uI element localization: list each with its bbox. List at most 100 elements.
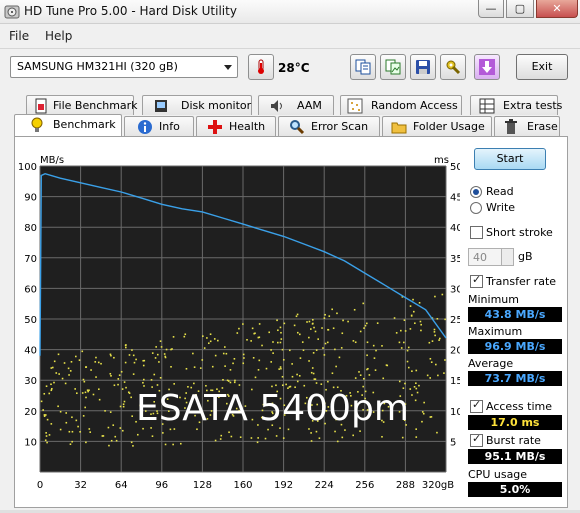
access-time-point xyxy=(342,319,344,322)
y-right-unit-label: ms xyxy=(434,155,449,166)
access-time-point xyxy=(421,411,424,413)
short-stroke-label: Short stroke xyxy=(486,226,553,239)
access-time-point xyxy=(340,347,343,349)
tab-folder-usage[interactable]: Folder Usage xyxy=(382,116,492,136)
access-time-point xyxy=(352,434,354,437)
tab-error-scan[interactable]: Error Scan xyxy=(278,116,380,136)
access-time-point xyxy=(438,339,440,341)
copy-text-button[interactable] xyxy=(350,54,376,80)
access-time-point xyxy=(414,322,416,325)
access-time-point xyxy=(332,327,335,330)
y-right-tick-label: 25 xyxy=(450,315,460,326)
access-time-point xyxy=(318,437,321,439)
tab-info[interactable]: Info xyxy=(124,116,194,136)
drive-select[interactable]: SAMSUNG HM321HI (320 gB) xyxy=(10,56,238,78)
tab-file-benchmark[interactable]: File Benchmark xyxy=(26,95,138,115)
burst-rate-checkbox[interactable] xyxy=(470,432,483,447)
access-time-point xyxy=(162,432,164,434)
access-time-point xyxy=(98,398,101,401)
access-time-point xyxy=(326,341,329,344)
access-time-point xyxy=(120,370,123,373)
menu-file[interactable]: File xyxy=(9,29,29,43)
access-time-point xyxy=(312,352,315,354)
access-time-point xyxy=(443,372,445,374)
tab-erase[interactable]: Erase xyxy=(494,116,560,136)
y-left-tick-label: 60 xyxy=(24,284,37,295)
tab-health[interactable]: Health xyxy=(196,116,276,136)
access-time-point xyxy=(419,320,422,323)
copy-screenshot-button[interactable] xyxy=(380,54,406,80)
tab-label: Benchmark xyxy=(53,118,116,131)
access-time-point xyxy=(119,405,122,408)
access-time-point xyxy=(403,319,406,321)
temperature-button[interactable] xyxy=(248,54,274,80)
access-time-point xyxy=(132,445,134,447)
close-button[interactable]: ✕ xyxy=(536,0,578,18)
y-left-tick-label: 40 xyxy=(24,346,37,357)
tab-random-access[interactable]: Random Access xyxy=(340,95,462,115)
access-time-point xyxy=(205,384,207,387)
access-time-point xyxy=(267,428,269,431)
start-button[interactable]: Start xyxy=(474,148,546,170)
cpu-usage-label: CPU usage xyxy=(468,468,528,481)
access-time-point xyxy=(122,403,125,405)
x-tick-label: 320gB xyxy=(422,480,454,491)
options-button[interactable] xyxy=(440,54,466,80)
save-screenshot-button[interactable] xyxy=(474,54,500,80)
access-time-point xyxy=(415,369,418,372)
access-time-point xyxy=(170,348,172,351)
maximize-button[interactable]: ▢ xyxy=(506,0,534,18)
minimum-label: Minimum xyxy=(468,293,519,306)
short-stroke-input[interactable]: 40 xyxy=(468,248,514,266)
tab-disk-monitor[interactable]: Disk monitor xyxy=(142,95,252,115)
access-time-point xyxy=(272,352,274,354)
tab-benchmark[interactable]: Benchmark xyxy=(14,114,122,136)
tab-aam[interactable]: AAM xyxy=(258,95,334,115)
access-time-point xyxy=(418,301,421,304)
x-tick-label: 256 xyxy=(355,480,374,491)
access-time-point xyxy=(416,391,419,394)
tab-label: Info xyxy=(159,120,180,133)
speaker-icon xyxy=(271,100,282,112)
access-time-point xyxy=(132,373,135,375)
access-time-point xyxy=(114,435,117,438)
menu-help[interactable]: Help xyxy=(45,29,72,43)
access-time-point xyxy=(159,376,162,379)
access-time-point xyxy=(75,419,78,422)
y-right-tick-label: 35 xyxy=(450,254,460,265)
minimize-button[interactable]: — xyxy=(478,0,504,18)
access-time-point xyxy=(44,414,47,416)
access-time-point xyxy=(59,428,62,431)
access-time-point xyxy=(436,317,439,320)
exit-button[interactable]: Exit xyxy=(516,54,568,80)
tab-extra-tests[interactable]: Extra tests xyxy=(470,95,562,115)
access-time-point xyxy=(55,372,58,374)
access-time-point xyxy=(313,326,315,329)
access-time-point xyxy=(412,298,414,301)
access-time-value: 17.0 ms xyxy=(468,415,562,430)
access-time-point xyxy=(48,434,51,436)
access-time-checkbox[interactable] xyxy=(470,398,483,413)
average-value: 73.7 MB/s xyxy=(468,371,562,386)
transfer-rate-checkbox[interactable] xyxy=(470,273,483,288)
access-time-point xyxy=(214,439,217,442)
access-time-point xyxy=(413,386,416,388)
save-button[interactable] xyxy=(410,54,436,80)
x-tick-label: 160 xyxy=(233,480,252,491)
read-radio[interactable] xyxy=(470,186,482,198)
access-time-point xyxy=(436,431,438,434)
short-stroke-checkbox[interactable] xyxy=(470,226,483,239)
access-time-point xyxy=(373,357,376,359)
access-time-point xyxy=(366,354,368,357)
write-radio[interactable] xyxy=(470,202,482,214)
access-time-point xyxy=(142,364,145,367)
spinner-icon[interactable] xyxy=(501,249,513,265)
access-time-point xyxy=(209,340,212,343)
access-time-point xyxy=(172,443,174,446)
access-time-point xyxy=(299,333,301,336)
access-time-point xyxy=(46,441,48,444)
access-time-point xyxy=(344,429,346,431)
access-time-point xyxy=(308,336,310,339)
access-time-point xyxy=(131,415,133,417)
access-time-point xyxy=(95,376,97,378)
